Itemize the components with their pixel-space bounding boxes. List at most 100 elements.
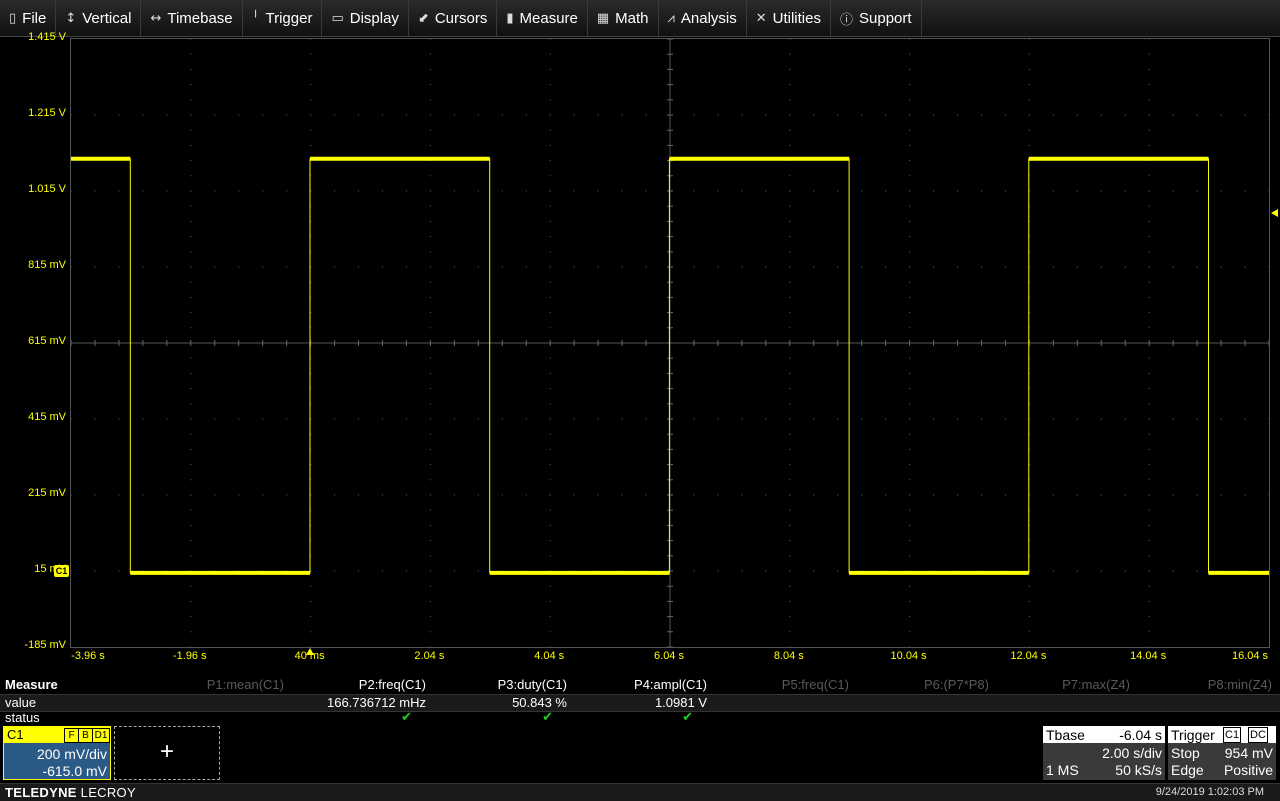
grid-dot	[71, 266, 72, 268]
waveform-grid[interactable]	[70, 38, 1270, 648]
grid-dot	[429, 646, 431, 647]
trigger-level-marker[interactable]	[1271, 209, 1278, 217]
grid-dot	[381, 190, 383, 192]
menu-cursors[interactable]: ⬋ Cursors	[409, 0, 498, 36]
brand-name: TELEDYNE	[5, 785, 77, 800]
y-tick-label: 1.215 V	[28, 107, 66, 119]
menu-analysis[interactable]: ⩘ Analysis	[659, 0, 747, 36]
grid-dot	[1148, 524, 1150, 526]
grid-dot	[190, 144, 192, 146]
grid-dot	[405, 266, 407, 268]
grid-dot	[741, 190, 743, 192]
grid-dot	[980, 266, 982, 268]
trigger-position-marker[interactable]	[306, 648, 314, 655]
grid-dot	[453, 266, 455, 268]
measure-param-header[interactable]: P5:freq(C1)	[709, 677, 849, 692]
menu-utilities[interactable]: ✕ Utilities	[747, 0, 831, 36]
grid-dot	[1148, 464, 1150, 466]
measure-value-label: value	[5, 695, 37, 710]
measure-param-header[interactable]: P8:min(Z4)	[1132, 677, 1272, 692]
menu-label: Measure	[519, 9, 578, 27]
grid-dot	[1052, 266, 1054, 268]
measure-title: Measure	[5, 677, 58, 692]
x-tick-label: 4.04 s	[534, 650, 565, 662]
x-tick-label: 6.04 s	[654, 650, 684, 662]
grid-dot	[1196, 418, 1198, 420]
grid-dot	[909, 99, 911, 101]
grid-dot	[957, 190, 959, 192]
grid-dot	[429, 479, 431, 481]
grid-dot	[549, 388, 551, 390]
grid-dot	[621, 114, 623, 116]
grid-dot	[429, 266, 431, 268]
grid-dot	[286, 494, 288, 496]
menu-vertical[interactable]: ↕ Vertical	[56, 0, 142, 36]
grid-dot	[429, 99, 431, 101]
grid-dot	[789, 388, 791, 390]
grid-dot	[789, 220, 791, 222]
grid-dot	[190, 312, 192, 314]
grid-dot	[1124, 266, 1126, 268]
grid-dot	[429, 403, 431, 405]
grid-dot	[477, 114, 479, 116]
timebase-descriptor[interactable]: Tbase -6.04 s 2.00 s/div 1 MS 50 kS/s	[1043, 726, 1165, 780]
grid-dot	[262, 266, 264, 268]
menu-support[interactable]: ⓘ Support	[831, 0, 922, 36]
grid-dot	[909, 448, 911, 450]
grid-dot	[190, 251, 192, 253]
grid-dot	[909, 494, 911, 496]
grid-dot	[310, 84, 312, 86]
grid-dot	[118, 418, 120, 420]
grid-dot	[190, 509, 192, 511]
channel-descriptor-c1[interactable]: C1 F B D1 200 mV/div -615.0 mV	[3, 726, 111, 780]
grid-dot	[1148, 39, 1150, 40]
menu-math[interactable]: ▦ Math	[588, 0, 659, 36]
grid-dot	[94, 418, 96, 420]
grid-dot	[118, 114, 120, 116]
grid-dot	[549, 190, 551, 192]
grid-dot	[621, 494, 623, 496]
grid-dot	[837, 494, 839, 496]
trigger-descriptor[interactable]: Trigger C1 DC Stop 954 mV Edge Positive	[1168, 726, 1276, 780]
grid-dot	[909, 524, 911, 526]
grid-dot	[166, 266, 168, 268]
grid-dot	[1268, 190, 1269, 192]
add-trace-button[interactable]: +	[114, 726, 220, 780]
measure-param-header[interactable]: P4:ampl(C1)	[567, 677, 707, 692]
grid-dot	[909, 555, 911, 557]
grid-dot	[980, 190, 982, 192]
measure-param-header[interactable]: P1:mean(C1)	[144, 677, 284, 692]
grid-dot	[1148, 68, 1150, 70]
menu-timebase[interactable]: ↔ Timebase	[141, 0, 243, 36]
grid-dot	[71, 190, 72, 192]
grid-dot	[621, 266, 623, 268]
grid-dot	[118, 266, 120, 268]
menu-display[interactable]: ▭ Display	[322, 0, 409, 36]
grid-dot	[549, 129, 551, 131]
channel-offset-marker[interactable]: C1	[54, 565, 69, 577]
measure-param-header[interactable]: P3:duty(C1)	[427, 677, 567, 692]
grid-dot	[789, 205, 791, 207]
grid-dot	[1172, 190, 1174, 192]
menu-trigger[interactable]: ╵ Trigger	[243, 0, 323, 36]
grid-dot	[861, 190, 863, 192]
measure-param-header[interactable]: P2:freq(C1)	[286, 677, 426, 692]
timebase-delay: -6.04 s	[1119, 727, 1162, 743]
grid-dot	[1148, 357, 1150, 359]
grid-dot	[405, 190, 407, 192]
grid-dot	[597, 190, 599, 192]
menu-measure[interactable]: ▮ Measure	[497, 0, 588, 36]
grid-dot	[94, 190, 96, 192]
grid-dot	[1148, 403, 1150, 405]
grid-dot	[1148, 144, 1150, 146]
grid-dot	[549, 312, 551, 314]
grid-dot	[909, 220, 911, 222]
grid-dot	[310, 600, 312, 602]
grid-dot	[429, 433, 431, 435]
grid-dot	[358, 570, 360, 572]
grid-dot	[190, 266, 192, 268]
measure-param-header[interactable]: P6:(P7*P8)	[849, 677, 989, 692]
measure-param-header[interactable]: P7:max(Z4)	[990, 677, 1130, 692]
grid-dot	[310, 585, 312, 587]
grid-dot	[429, 312, 431, 314]
